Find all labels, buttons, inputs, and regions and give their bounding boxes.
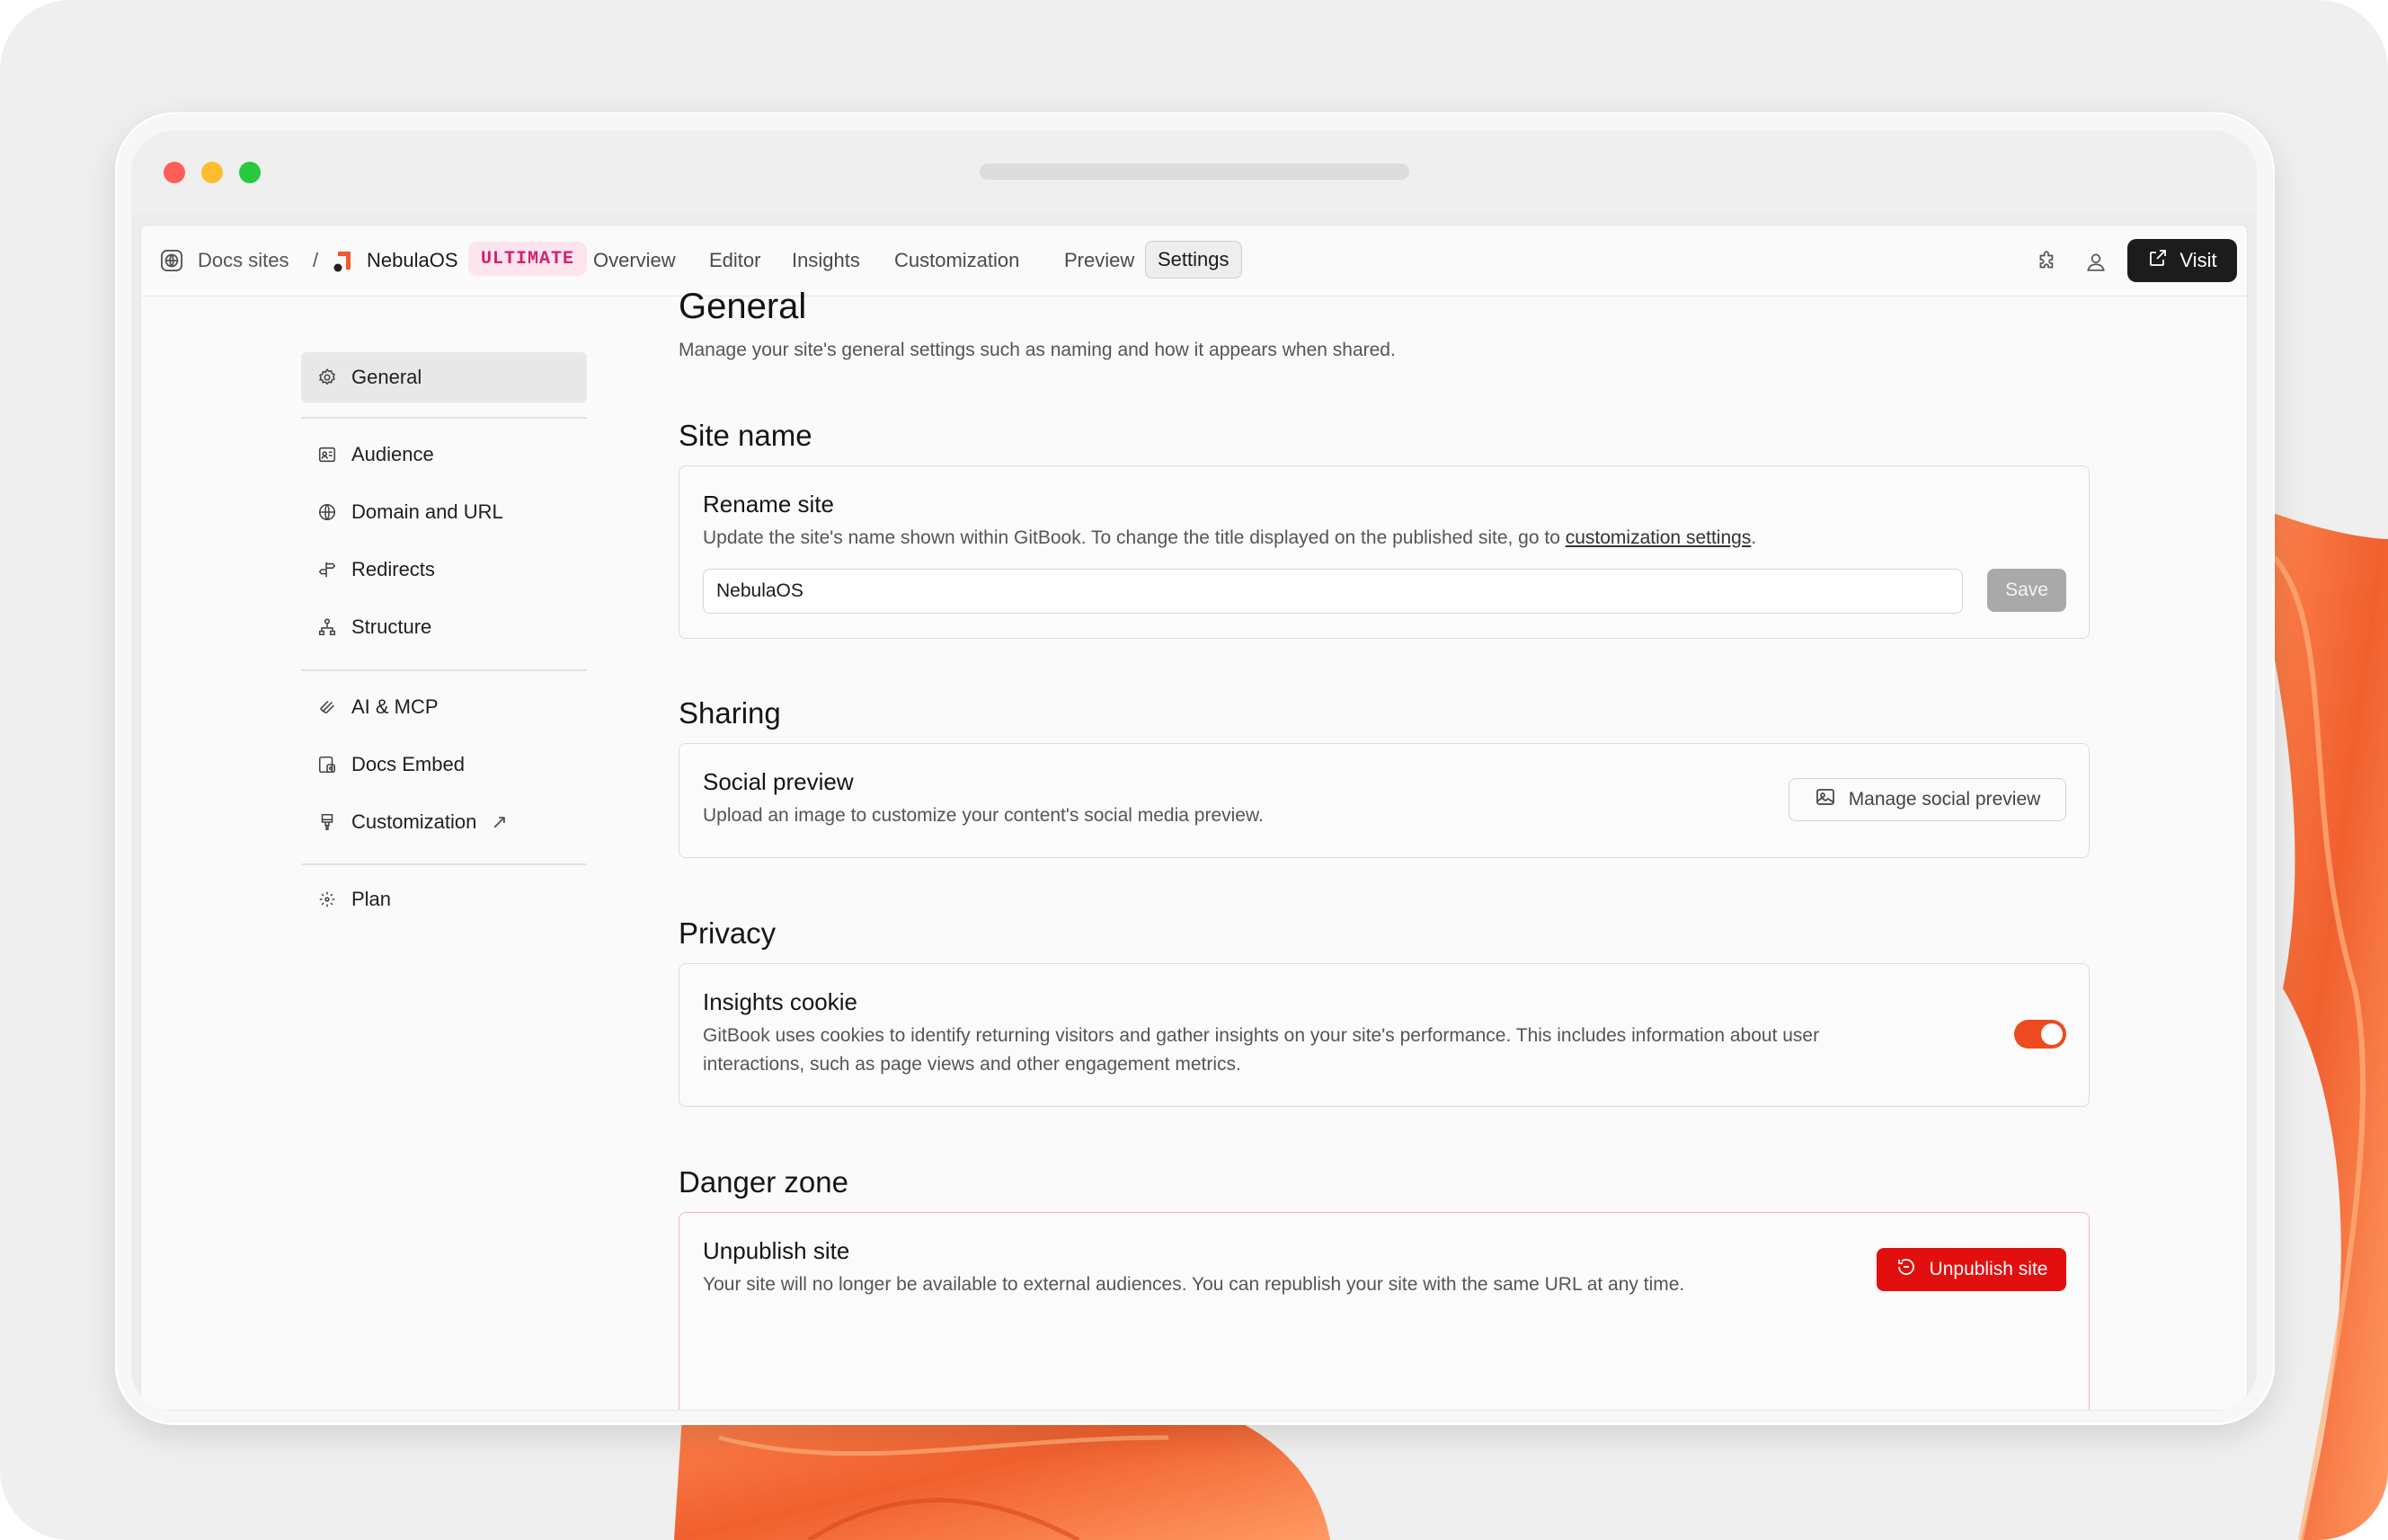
card-description: Upload an image to customize your conten… <box>703 805 1264 826</box>
breadcrumb-docs-sites[interactable]: Docs sites <box>198 226 289 296</box>
sidebar-item-plan[interactable]: Plan <box>301 874 587 925</box>
audience-icon <box>317 445 337 465</box>
sidebar-item-label: Docs Embed <box>351 753 465 775</box>
user-icon[interactable] <box>2080 245 2112 278</box>
page-title: General <box>679 287 807 326</box>
tab-preview[interactable]: Preview <box>1064 226 1134 296</box>
sidebar-item-ai-mcp[interactable]: AI & MCP <box>301 682 587 732</box>
tab-settings[interactable]: Settings <box>1145 241 1242 279</box>
window-titlebar <box>131 131 2257 214</box>
sidebar-item-audience[interactable]: Audience <box>301 429 587 480</box>
sidebar-item-structure[interactable]: Structure <box>301 602 587 652</box>
breadcrumb-separator: / <box>313 249 319 271</box>
sidebar-divider <box>301 417 587 419</box>
globe-icon <box>159 226 184 296</box>
top-navigation: Docs sites / NebulaOS ULTIMATE Overview … <box>141 226 2247 296</box>
card-description: Your site will no longer be available to… <box>703 1274 1685 1295</box>
tab-editor[interactable]: Editor <box>709 226 760 296</box>
puzzle-icon[interactable] <box>2031 245 2064 278</box>
sidebar-item-label: Redirects <box>351 558 435 580</box>
customization-settings-link[interactable]: customization settings <box>1566 527 1752 548</box>
tab-overview[interactable]: Overview <box>593 226 676 296</box>
image-icon <box>1815 786 1836 813</box>
browser-window: Docs sites / NebulaOS ULTIMATE Overview … <box>131 131 2257 1411</box>
signpost-icon <box>317 560 337 580</box>
card-title: Insights cookie <box>703 988 857 1015</box>
manage-social-preview-button[interactable]: Manage social preview <box>1789 778 2066 821</box>
section-heading-site-name: Site name <box>679 419 812 452</box>
sidebar-item-general[interactable]: General <box>301 352 587 403</box>
social-preview-card: Social preview Upload an image to custom… <box>679 743 2090 858</box>
close-window-button[interactable] <box>164 162 185 183</box>
sidebar-item-customization[interactable]: Customization ↗ <box>301 797 587 847</box>
sidebar-item-docs-embed[interactable]: Docs Embed <box>301 739 587 790</box>
site-logo-icon <box>331 226 356 296</box>
rename-site-card: Rename site Update the site's name shown… <box>679 465 2090 639</box>
sidebar-item-label: Audience <box>351 443 434 465</box>
page-subtitle: Manage your site's general settings such… <box>679 340 1396 360</box>
insights-cookie-toggle[interactable] <box>2014 1020 2066 1049</box>
tab-insights[interactable]: Insights <box>792 226 860 296</box>
embed-icon <box>317 755 337 774</box>
sidebar-item-domain[interactable]: Domain and URL <box>301 487 587 537</box>
sidebar-item-label: Customization <box>351 810 477 833</box>
paintbrush-icon <box>317 812 337 832</box>
unpublish-site-card: Unpublish site Your site will no longer … <box>679 1212 2090 1410</box>
sidebar-item-label: Structure <box>351 615 432 638</box>
sidebar-item-label: AI & MCP <box>351 695 439 718</box>
plan-badge: ULTIMATE <box>468 242 588 276</box>
plan-icon <box>317 889 337 909</box>
tab-customization[interactable]: Customization <box>894 226 1019 296</box>
card-description: GitBook uses cookies to identify returni… <box>703 1025 1820 1075</box>
button-label: Unpublish site <box>1929 1259 2048 1279</box>
sidebar-item-redirects[interactable]: Redirects <box>301 544 587 595</box>
save-button[interactable]: Save <box>1987 569 2066 612</box>
card-title: Rename site <box>703 491 834 518</box>
sidebar-divider <box>301 863 587 865</box>
unpublish-site-button[interactable]: Unpublish site <box>1877 1248 2066 1291</box>
visit-button[interactable]: Visit <box>2127 239 2237 282</box>
sidebar-item-label: General <box>351 366 422 388</box>
sidebar-divider <box>301 669 587 671</box>
breadcrumb-site-name[interactable]: NebulaOS <box>367 226 458 296</box>
unpublish-icon <box>1895 1256 1917 1283</box>
screenshot-background: Docs sites / NebulaOS ULTIMATE Overview … <box>0 0 2388 1540</box>
minimize-window-button[interactable] <box>201 162 223 183</box>
address-bar[interactable] <box>980 164 1409 180</box>
structure-icon <box>317 617 337 637</box>
toggle-knob <box>2041 1023 2063 1045</box>
gear-icon <box>317 367 337 387</box>
app-content: Docs sites / NebulaOS ULTIMATE Overview … <box>140 225 2248 1411</box>
card-description: Update the site's name shown within GitB… <box>703 527 1757 548</box>
external-arrow-icon: ↗ <box>491 810 508 833</box>
maximize-window-button[interactable] <box>239 162 261 183</box>
section-heading-sharing: Sharing <box>679 696 781 730</box>
sidebar-item-label: Domain and URL <box>351 500 503 523</box>
sidebar-item-label: Plan <box>351 888 392 910</box>
ai-icon <box>317 697 337 717</box>
section-heading-danger-zone: Danger zone <box>679 1165 848 1199</box>
insights-cookie-card: Insights cookie GitBook uses cookies to … <box>679 963 2090 1107</box>
globe-icon <box>317 502 337 522</box>
card-title: Social preview <box>703 768 854 795</box>
section-heading-privacy: Privacy <box>679 916 777 950</box>
card-title: Unpublish site <box>703 1237 850 1264</box>
visit-label: Visit <box>2179 249 2217 271</box>
site-name-input[interactable] <box>703 569 1963 614</box>
external-link-icon <box>2147 247 2169 274</box>
button-label: Manage social preview <box>1848 789 2041 810</box>
